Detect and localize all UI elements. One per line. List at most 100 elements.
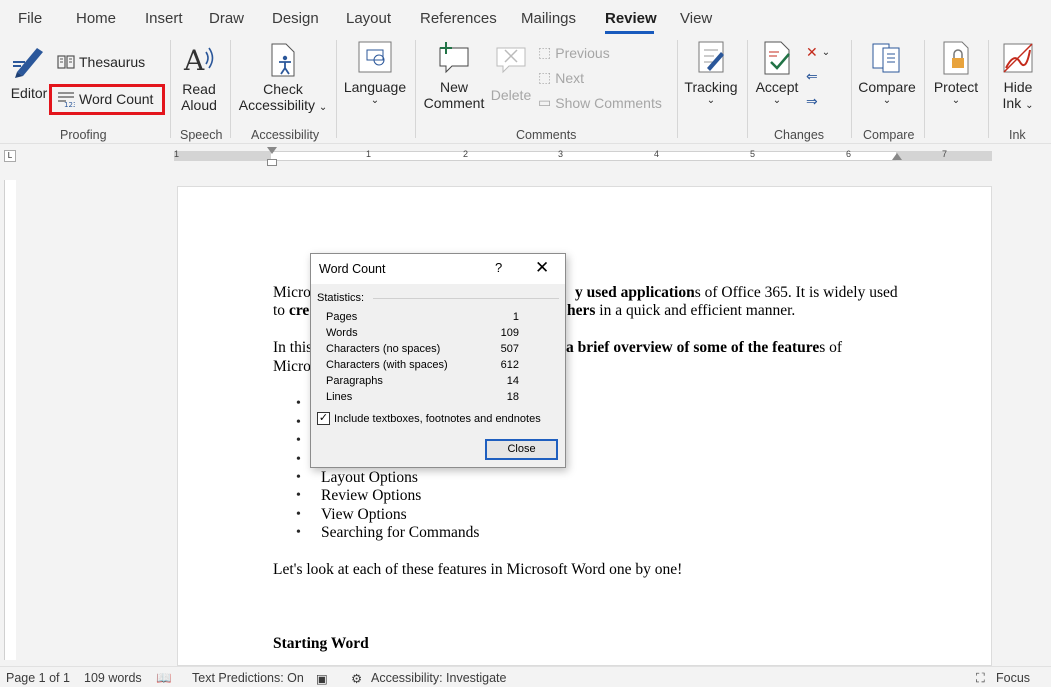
tab-view[interactable]: View xyxy=(680,10,712,27)
new-comment-button[interactable]: New Comment xyxy=(421,40,487,111)
read-aloud-button[interactable]: A Read Aloud xyxy=(176,42,222,113)
new-comment-label-2: Comment xyxy=(423,95,485,111)
close-icon[interactable]: ✕ xyxy=(535,258,549,278)
tab-home[interactable]: Home xyxy=(76,10,116,27)
proofing-book-icon[interactable]: 📖 xyxy=(156,671,172,686)
tab-draw[interactable]: Draw xyxy=(209,10,244,27)
show-comments-button[interactable]: ▭ Show Comments xyxy=(538,94,662,111)
hide-ink-button[interactable]: Hide Ink ⌄ xyxy=(994,40,1042,111)
first-line-indent-icon[interactable] xyxy=(267,147,277,154)
text-predictions-status[interactable]: Text Predictions: On xyxy=(192,671,304,685)
ruler-track xyxy=(174,151,992,161)
chevron-down-icon: ⌄ xyxy=(370,95,380,106)
stat-label: Paragraphs xyxy=(326,375,383,387)
show-comments-icon: ▭ xyxy=(538,94,552,110)
next-change-icon: ⇒ xyxy=(806,93,818,109)
accessibility-status[interactable]: Accessibility: Investigate xyxy=(371,671,506,685)
tab-insert[interactable]: Insert xyxy=(145,10,183,27)
bullet-marker: • xyxy=(296,396,301,411)
dialog-title: Word Count xyxy=(319,262,386,276)
checkbox-check-icon[interactable]: ✓ xyxy=(317,412,330,425)
previous-change-button[interactable]: ⇐ xyxy=(806,68,818,85)
ribbon-tabs: File Home Insert Draw Design Layout Refe… xyxy=(0,0,1051,36)
tab-layout[interactable]: Layout xyxy=(346,10,391,27)
stat-value: 109 xyxy=(500,327,519,339)
right-indent-icon[interactable] xyxy=(892,153,902,160)
tracking-icon xyxy=(698,41,724,73)
thesaurus-button[interactable]: Thesaurus xyxy=(57,54,145,70)
chevron-down-icon: ⌄ xyxy=(318,102,328,113)
tab-review[interactable]: Review xyxy=(605,10,657,27)
group-divider xyxy=(170,40,171,138)
previous-comment-button[interactable]: ⬚ Previous xyxy=(538,44,610,61)
doc-text: to xyxy=(273,302,289,319)
focus-label[interactable]: Focus xyxy=(996,671,1030,685)
dialog-titlebar[interactable]: Word Count ? ✕ xyxy=(311,254,565,284)
tracking-button[interactable]: Tracking ⌄ xyxy=(683,40,739,106)
doc-text-bold: hers xyxy=(567,302,596,319)
bullet-marker: • xyxy=(296,415,301,430)
stat-label: Pages xyxy=(326,311,358,323)
accessibility-status-icon[interactable]: ⚙ xyxy=(351,671,362,686)
ruler-left-margin xyxy=(174,151,271,161)
list-item: Review Options xyxy=(321,487,422,504)
help-button[interactable]: ? xyxy=(495,260,502,275)
bullet-marker: • xyxy=(296,452,301,467)
editor-button[interactable]: Editor xyxy=(8,42,50,101)
chevron-down-icon: ⌄ xyxy=(821,47,831,58)
next-comment-button[interactable]: ⬚ Next xyxy=(538,69,584,86)
statistics-label: Statistics: xyxy=(317,292,365,304)
word-count-status[interactable]: 109 words xyxy=(84,671,142,685)
language-button[interactable]: Language ⌄ xyxy=(342,40,408,106)
stat-label: Words xyxy=(326,327,358,339)
stat-label: Characters (no spaces) xyxy=(326,343,441,355)
include-label: Include textboxes, footnotes and endnote… xyxy=(334,412,541,425)
tab-design[interactable]: Design xyxy=(272,10,319,27)
doc-text: in a quick and efficient manner. xyxy=(595,302,796,319)
word-count-dialog: Word Count ? ✕ Statistics: Pages 1 Words… xyxy=(310,253,566,468)
stat-row: Pages 1 xyxy=(326,311,519,327)
stat-row: Characters (with spaces) 612 xyxy=(326,359,519,375)
tab-references[interactable]: References xyxy=(420,10,497,27)
protect-button[interactable]: Protect ⌄ xyxy=(930,40,982,106)
doc-heading: Starting Word xyxy=(273,635,369,652)
accept-label: Accept xyxy=(755,79,799,95)
check-accessibility-button[interactable]: Check Accessibility ⌄ xyxy=(238,42,328,113)
tab-file[interactable]: File xyxy=(18,10,42,27)
macro-icon[interactable]: ▣ xyxy=(316,671,328,686)
chevron-down-icon: ⌄ xyxy=(772,95,782,106)
next-comment-icon: ⬚ xyxy=(538,69,552,85)
word-count-highlight xyxy=(49,84,165,115)
focus-icon[interactable]: ⛶ xyxy=(976,671,985,686)
bullet-marker: • xyxy=(296,507,301,522)
document-page[interactable]: Micro y used applications of Office 365.… xyxy=(177,186,992,666)
page-count[interactable]: Page 1 of 1 xyxy=(6,671,70,685)
vertical-ruler[interactable] xyxy=(4,180,16,660)
tab-mailings[interactable]: Mailings xyxy=(521,10,576,27)
stat-row: Lines 18 xyxy=(326,391,519,407)
reject-button[interactable]: ✕ ⌄ xyxy=(806,44,830,61)
ruler-number: 3 xyxy=(558,149,564,159)
new-comment-label-1: New xyxy=(439,79,468,95)
ruler-number: 4 xyxy=(654,149,660,159)
left-indent-icon[interactable] xyxy=(267,159,277,166)
accessibility-icon xyxy=(271,43,295,77)
next-change-button[interactable]: ⇒ xyxy=(806,93,818,110)
horizontal-ruler[interactable]: L 1 1 2 3 4 5 6 7 xyxy=(0,145,1051,167)
group-changes: Changes xyxy=(774,128,825,142)
close-button[interactable]: Close xyxy=(485,439,558,460)
delete-comment-button[interactable]: Delete xyxy=(489,40,533,103)
doc-text: In this xyxy=(273,339,313,356)
hide-ink-label-1: Hide xyxy=(1003,79,1033,95)
stat-value: 1 xyxy=(512,311,519,323)
stat-value: 14 xyxy=(506,375,519,387)
previous-change-icon: ⇐ xyxy=(806,68,818,84)
include-textboxes-checkbox[interactable]: ✓ Include textboxes, footnotes and endno… xyxy=(317,412,541,425)
group-divider xyxy=(924,40,925,138)
accept-button[interactable]: Accept ⌄ xyxy=(752,40,802,106)
list-item: Layout Options xyxy=(321,469,418,486)
tab-selector-icon[interactable]: L xyxy=(4,150,16,162)
group-divider xyxy=(988,40,989,138)
group-divider xyxy=(230,40,231,138)
compare-button[interactable]: Compare ⌄ xyxy=(856,40,918,106)
